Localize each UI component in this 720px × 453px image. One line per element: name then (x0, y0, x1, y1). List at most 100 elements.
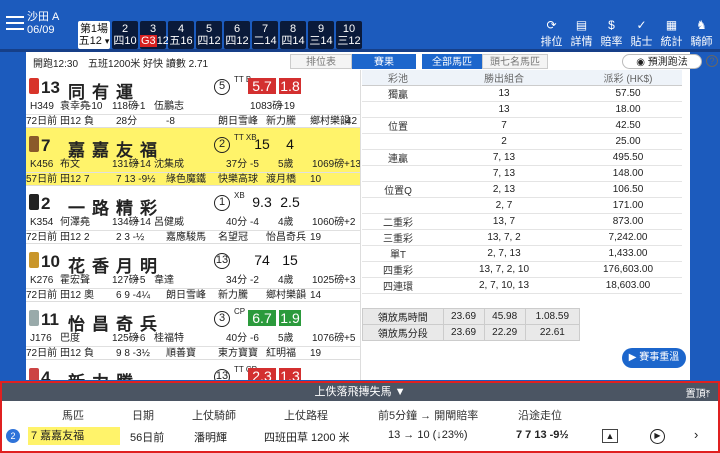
hamburger-menu-icon[interactable] (6, 16, 24, 30)
race-sub: 四14 (281, 35, 305, 47)
help-icon[interactable]: ? (706, 55, 718, 67)
runner-form: -8 (166, 116, 175, 127)
runner-detail: +1 (134, 101, 146, 112)
race-sub: 四12 (197, 35, 221, 47)
col-course: 上仗路程 (284, 410, 328, 422)
dividend-amount: 18.00 (574, 101, 682, 118)
runner-detail: 呂健威 (154, 217, 184, 228)
pool-name: 位置Q (362, 181, 434, 198)
tool-tips[interactable]: ✓ 貼士 (627, 18, 656, 48)
tip-icon: ✓ (636, 18, 647, 32)
tool-odds[interactable]: $ 賠率 (597, 18, 626, 48)
col-jockey: 上仗騎師 (192, 410, 236, 422)
tool-label: 排位 (540, 36, 563, 48)
play-icon: ▶ (628, 352, 637, 363)
tool-draw[interactable]: ⟳ 排位 (537, 18, 566, 48)
runner-row[interactable]: 13 同有運 5 TT B 5.7 1.8 H349 袁幸堯 -10 118磅 +1 伍鵬… (26, 70, 360, 128)
race-tab-current[interactable]: 第1場 五12 ▾ (78, 21, 110, 49)
view-tabs: 排位表 賽果 全部馬匹 頭七名馬匹 (290, 54, 548, 69)
runner-main-line: 11 怡昌奇兵 3 CP 6.7 1.9 (26, 306, 360, 334)
barrier-draw: 13 (214, 253, 230, 269)
race-tab[interactable]: 4 五16 (168, 21, 194, 49)
predict-run-button[interactable]: ◉ 預測跑法 (622, 54, 702, 69)
race-no: 9 (317, 23, 325, 35)
runner-form-line: 72日前 田12 負 9 8 -3½ 順善寶 東方寶寶 紅明福 19 (26, 346, 360, 359)
winning-combo: 7, 13 (434, 165, 574, 182)
play-video-icon[interactable]: ▶ (650, 429, 665, 444)
winning-combo: 2, 7, 13 (434, 245, 574, 262)
runner-detail: 4歲 (278, 217, 294, 228)
race-no: 8 (289, 23, 297, 35)
runner-detail: 沈集成 (154, 159, 184, 170)
chevron-right-icon[interactable]: › (694, 427, 698, 442)
runner-row[interactable]: 7 嘉嘉友福 2 TT XB 15 4 K456 布文 131磅 +14 沈集成 37分 -… (26, 128, 360, 186)
barrier-draw: 13 (214, 369, 230, 380)
chevron-down-icon[interactable]: ▼ (395, 386, 406, 398)
runner-form: 田12 (60, 348, 82, 359)
venue-label: 沙田 A (27, 11, 60, 23)
runner-detail: +6 (134, 333, 146, 344)
image-icon[interactable]: ▲ (602, 429, 618, 443)
winning-combo: 2 (434, 133, 574, 150)
pool-name: 三重彩 (362, 229, 434, 246)
runner-form: 綠色魔鐵 (166, 174, 206, 185)
tool-stats[interactable]: ▦ 統計 (657, 18, 686, 48)
finish-position: 2 (41, 194, 51, 213)
race-tab[interactable]: 2 四10 (112, 21, 138, 49)
dividend-amount: 57.50 (574, 85, 682, 102)
table-row: 四重彩 13, 7, 2, 10 176,603.00 (362, 261, 682, 278)
runner-main-line: 7 嘉嘉友福 2 TT XB 15 4 (26, 132, 360, 160)
tool-label: 騎師 (690, 36, 713, 48)
dividend-amount: 25.00 (574, 133, 682, 150)
runner-form: 順善寶 (166, 348, 196, 359)
race-sub: 五16 (169, 35, 193, 47)
finish-position: 7 (41, 136, 51, 155)
tab-all-horses[interactable]: 全部馬匹 (422, 54, 482, 69)
runner-detail: 桂福特 (154, 333, 184, 344)
runner-form: 9 8 -3½ (116, 348, 150, 359)
race-tab[interactable]: 7 二14 (252, 21, 278, 49)
barrier-draw: 5 (214, 79, 230, 95)
runner-detail: 1076磅 (312, 333, 345, 344)
runner-row[interactable]: 2 一路精彩 1 XB 9.3 2.5 K354 何澤堯 134磅 +14 呂健威 40分… (26, 186, 360, 244)
race-tab[interactable]: 3 G312 (140, 21, 169, 49)
runner-list[interactable]: 13 同有運 5 TT B 5.7 1.8 H349 袁幸堯 -10 118磅 +1 伍鵬… (26, 70, 361, 380)
runner-detail: -2 (250, 275, 259, 286)
race-tab[interactable]: 6 四12 (224, 21, 250, 49)
silk-icon (29, 368, 39, 380)
win-odds: 2.3 (248, 368, 276, 380)
pin-top-button[interactable]: 置頂⤒ (686, 386, 710, 404)
runner-form: 57日前 (26, 174, 58, 185)
runner-row[interactable]: 11 怡昌奇兵 3 CP 6.7 1.9 J176 巴度 125磅 +6 桂福特 40分 -… (26, 302, 360, 360)
drift-table-row[interactable]: 2 7 嘉嘉友福 56日前 潘明輝 四班田草 1200 米 13 → 10 (↓… (6, 427, 714, 445)
tab-results[interactable]: 賽果 (352, 54, 416, 69)
silk-icon (29, 310, 39, 326)
runner-detail: 布文 (60, 159, 80, 170)
runner-form: 東方寶寶 (218, 348, 258, 359)
pool-name (362, 197, 434, 214)
drift-panel-header[interactable]: 上佚落飛摶失馬 ▼ 置頂⤒ (2, 383, 718, 401)
replay-button[interactable]: ▶ 賽事重溫 (622, 348, 686, 368)
finish-position: 11 (41, 310, 59, 329)
tool-jockeys[interactable]: ♞ 騎師 (687, 18, 716, 48)
pool-name: 二重彩 (362, 213, 434, 230)
race-tab[interactable]: 5 四12 (196, 21, 222, 49)
table-row: 二重彩 13, 7 873.00 (362, 213, 682, 230)
runner-detail: +3 (344, 275, 356, 286)
tab-draw[interactable]: 排位表 (290, 54, 352, 69)
race-tab[interactable]: 9 三14 (308, 21, 334, 49)
tool-details[interactable]: ▤ 詳情 (567, 18, 596, 48)
win-odds: 5.7 (248, 78, 276, 94)
col-amount: 派彩 (HK$) (574, 70, 682, 86)
winning-combo: 7, 13 (434, 149, 574, 166)
runner-row[interactable]: 10 花香月明 13 74 15 K276 霍宏聲 127磅 +5 韋達 34分 -2 4歲 1… (26, 244, 360, 302)
runner-row[interactable]: 4 新力騰 13 TT CP 2.3 1.3 J322潘明輝133磅 (26, 360, 360, 380)
toolbar: ⟳ 排位 ▤ 詳情 $ 賠率 ✓ 貼士 ▦ 統計 ♞ 騎師 (536, 18, 716, 48)
runner-form: 紅明福 (266, 348, 296, 359)
tab-top7[interactable]: 頭七名馬匹 (482, 54, 548, 69)
dividend-amount: 873.00 (574, 213, 682, 230)
win-odds: 74 (254, 252, 270, 268)
race-tab-label: 第1場 (79, 23, 109, 35)
race-tab[interactable]: 8 四14 (280, 21, 306, 49)
race-tab[interactable]: 10 三12 (336, 21, 362, 49)
